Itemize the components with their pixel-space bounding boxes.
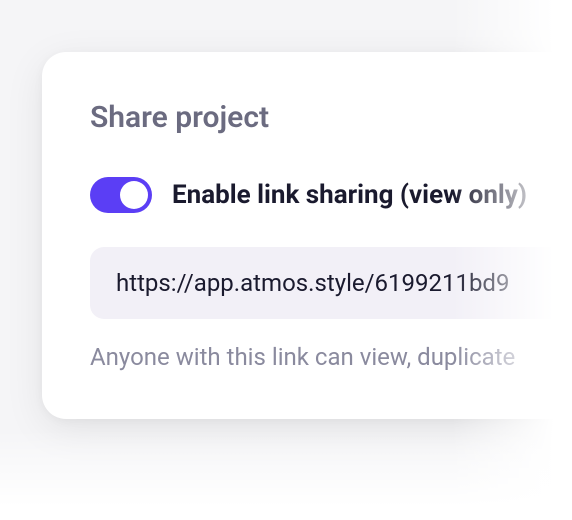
fade-overlay-bottom <box>0 430 572 520</box>
share-url-field[interactable]: https://app.atmos.style/6199211bd9 <box>90 247 572 319</box>
link-sharing-label: Enable link sharing (view only) <box>172 180 527 210</box>
share-project-modal: Share project Enable link sharing (view … <box>42 52 572 419</box>
toggle-knob <box>120 181 148 209</box>
modal-title: Share project <box>90 100 572 135</box>
link-sharing-toggle[interactable] <box>90 177 152 213</box>
helper-text: Anyone with this link can view, duplicat… <box>90 343 572 371</box>
link-sharing-row: Enable link sharing (view only) <box>90 177 572 213</box>
